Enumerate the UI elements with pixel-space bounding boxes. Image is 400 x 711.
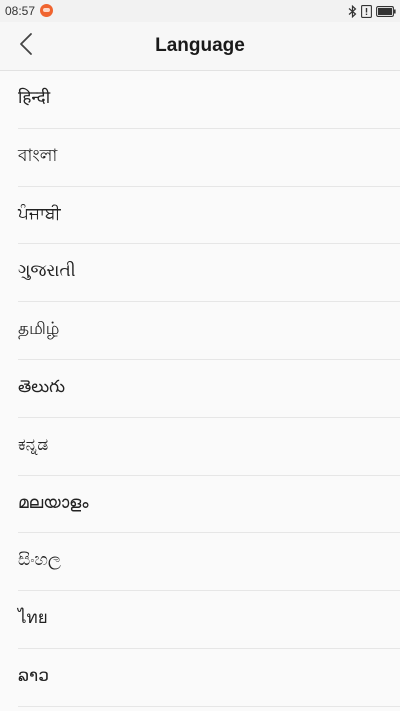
language-label: ಕನ್ನಡ [18, 434, 49, 455]
page-title: Language [155, 35, 245, 56]
status-icons [348, 3, 396, 19]
language-label: ਪੰਜਾਬੀ [18, 203, 61, 224]
language-item-tamil[interactable]: தமிழ் [0, 302, 400, 360]
language-item-lao[interactable]: ລາວ [0, 649, 400, 707]
notification-icon [40, 4, 53, 17]
language-item-telugu[interactable]: తెలుగు [0, 360, 400, 418]
language-list: हिन्दी বাংলা ਪੰਜਾਬੀ ગુજરાતી தமிழ் తెలుగు… [0, 71, 400, 711]
language-label: ไทย [18, 608, 48, 629]
language-label: ગુજરાતી [18, 261, 76, 282]
bluetooth-icon [348, 4, 357, 18]
language-item-hindi[interactable]: हिन्दी [0, 71, 400, 129]
status-bar: 08:57 [0, 0, 400, 22]
battery-icon [376, 5, 396, 17]
divider [18, 705, 400, 707]
status-time: 08:57 [5, 4, 36, 18]
language-label: বাংলা [18, 145, 58, 166]
header: Language [0, 22, 400, 71]
language-item-punjabi[interactable]: ਪੰਜਾਬੀ [0, 187, 400, 245]
language-label: සිංහල [18, 550, 61, 571]
language-label: తెలుగు [18, 376, 65, 397]
language-item-malayalam[interactable]: മലയാളം [0, 476, 400, 534]
language-item-bengali[interactable]: বাংলা [0, 129, 400, 187]
language-label: हिन्दी [18, 88, 51, 108]
language-item-sinhala[interactable]: සිංහල [0, 533, 400, 592]
language-item-gujarati[interactable]: ગુજરાતી [0, 244, 400, 303]
language-label: മലയാളം [18, 492, 89, 513]
alert-icon [361, 4, 372, 18]
language-item-thai[interactable]: ไทย [0, 591, 400, 649]
language-label: தமிழ் [18, 319, 60, 340]
language-item-kannada[interactable]: ಕನ್ನಡ [0, 418, 400, 476]
language-label: ລາວ [18, 665, 49, 686]
